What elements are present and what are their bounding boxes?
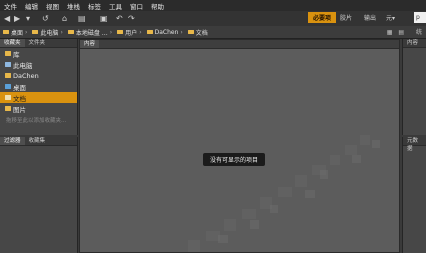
drag-hint: 拖移至此以添加收藏夹... [6,118,67,124]
folder-icon [146,29,153,35]
rotate-left-icon[interactable]: ↶ [116,14,123,23]
metadata-panel: 元数据 [402,137,426,253]
open-icon[interactable]: ▣ [100,14,108,23]
menu-file[interactable]: 文件 [0,1,21,11]
chevron-right-icon[interactable]: › [110,29,112,36]
crumb-dachen[interactable]: DaChen [144,29,178,36]
menu-help[interactable]: 帮助 [147,1,168,11]
folder-icon [32,29,39,35]
menu-bar: 文件 编辑 视图 堆栈 标签 工具 窗口 帮助 [0,0,426,11]
content-panel[interactable]: 内容 [79,39,400,253]
library-icon [5,51,11,56]
workspace-essentials[interactable]: 必要项 [308,12,336,23]
history-icon[interactable]: ▾ [26,14,30,23]
crumb-desktop[interactable]: 桌面 [0,28,23,37]
tab-metadata[interactable]: 元数据 [403,137,426,152]
tab-collections[interactable]: 收藏集 [25,137,50,145]
favorite-pc[interactable]: 此电脑 [0,59,77,70]
workspace-filmstrip[interactable]: 胶片 [340,12,352,23]
boomerang-icon[interactable]: ↺ [42,14,49,23]
favorites-tabs: 收藏夹 文件夹 [0,39,77,48]
documents-icon [5,95,11,100]
folder-icon [3,29,9,35]
tab-preview[interactable]: 内容 [403,39,422,47]
crumb-pc[interactable]: 此电脑 [29,28,58,37]
crumb-users[interactable]: 用户 [114,28,137,37]
chevron-right-icon[interactable]: › [60,29,62,36]
metadata-tabs: 元数据 [403,137,426,152]
crumb-local-disk[interactable]: 本地磁盘 … [65,28,108,37]
favorite-desktop[interactable]: 桌面 [0,81,77,92]
folder-icon [187,29,194,35]
filter-tabs: 过滤器 收藏集 [0,137,77,146]
tab-folders[interactable]: 文件夹 [25,39,50,47]
menu-tools[interactable]: 工具 [105,1,126,11]
folder-icon [67,29,74,35]
favorite-documents[interactable]: 文档 [0,92,77,103]
favorite-library[interactable]: 库 [0,48,77,59]
chevron-right-icon[interactable]: › [180,29,182,36]
content-tabs: 内容 [80,40,399,49]
preview-tabs: 内容 [403,39,426,48]
camera-icon[interactable]: ⌂ [62,14,67,23]
refine-icon[interactable]: ▤ [78,14,86,23]
favorites-panel: 收藏夹 文件夹 库 此电脑 DaChen 桌面 文档 图片 拖移至此以添加收藏夹… [0,39,78,135]
empty-message: 没有可显示的项目 [203,153,265,166]
menu-stack[interactable]: 堆栈 [63,1,84,11]
view-grid-icon[interactable]: ▦ [387,29,393,36]
menu-window[interactable]: 窗口 [126,1,147,11]
workspace-output[interactable]: 输出 [364,12,376,23]
favorite-dachen[interactable]: DaChen [0,70,77,81]
back-icon[interactable]: ◀ [4,14,10,23]
crumb-documents[interactable]: 文档 [185,28,208,37]
chevron-right-icon[interactable]: › [25,29,27,36]
folder-icon [117,29,124,35]
tab-content[interactable]: 内容 [80,40,100,48]
menu-edit[interactable]: 编辑 [21,1,42,11]
tab-favorites[interactable]: 收藏夹 [0,39,25,47]
breadcrumb: 桌面 › 此电脑 › 本地磁盘 … › 用户 › DaChen › 文档 [0,26,426,39]
view-list-icon[interactable]: ▤ [398,29,404,36]
chevron-right-icon[interactable]: › [139,29,141,36]
pictures-icon [5,106,11,111]
workspace-more[interactable]: 元▾ [386,12,395,23]
toolbar: ◀ ▶ ▾ ↺ ⌂ ▤ ▣ ↶ ↷ [0,11,426,27]
rotate-right-icon[interactable]: ↷ [128,14,135,23]
desktop-icon [5,84,11,89]
filter-panel: 过滤器 收藏集 [0,137,78,253]
user-folder-icon [5,73,11,78]
path-right-label: 统 [415,29,422,36]
computer-icon [5,62,11,67]
preview-panel: 内容 [402,39,426,135]
forward-icon[interactable]: ▶ [14,14,20,23]
favorite-pictures[interactable]: 图片 [0,103,77,114]
menu-view[interactable]: 视图 [42,1,63,11]
search-input[interactable]: p [414,12,426,23]
menu-label[interactable]: 标签 [84,1,105,11]
tab-filter[interactable]: 过滤器 [0,137,25,145]
path-options[interactable]: ▦ ▤ 统 [387,27,422,36]
